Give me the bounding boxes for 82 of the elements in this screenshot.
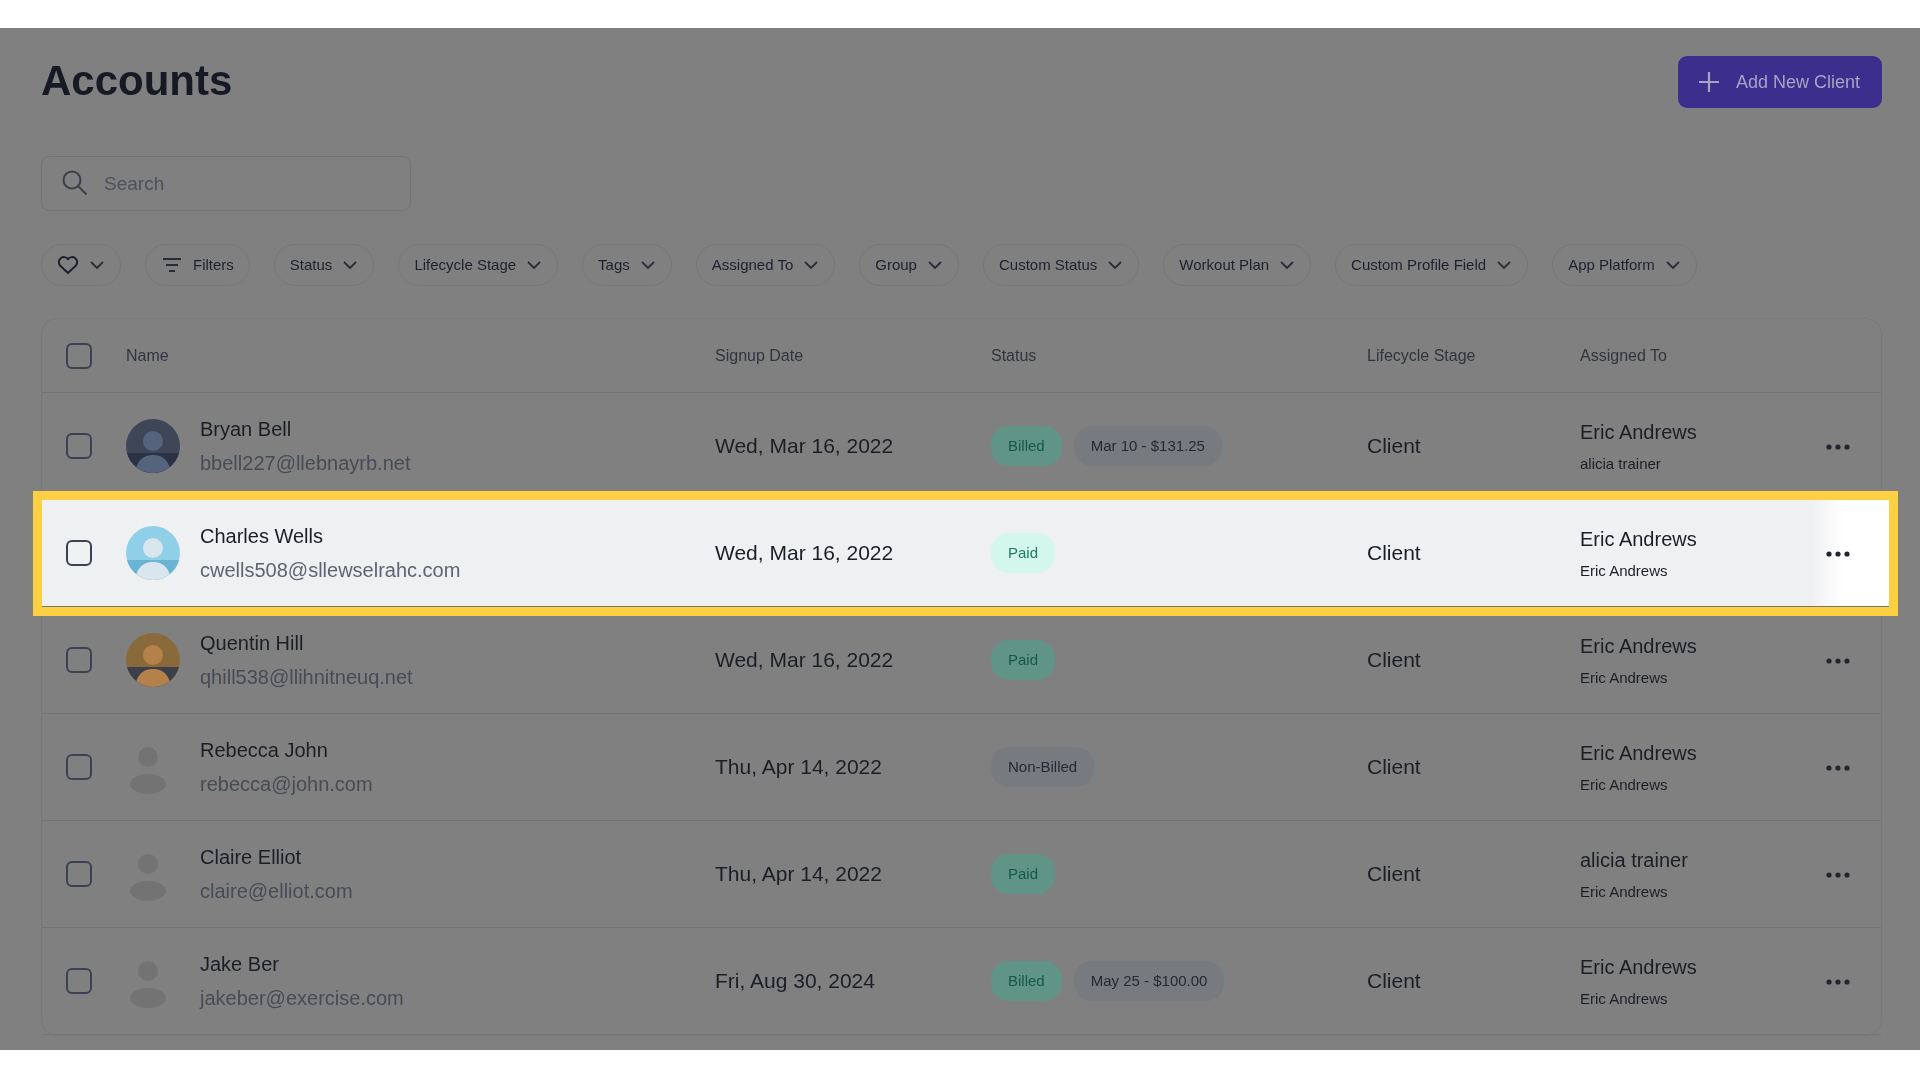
table-row[interactable]: Jake Ber jakeber@exercise.com Fri, Aug 30, 2024 Billed May 25 - $100.00 Client Eric Andrews Eric Andrews [42, 928, 1881, 1035]
client-email: cwells508@sllewselrahc.com [200, 558, 462, 583]
lifecycle-stage: Client [1367, 968, 1422, 995]
checkbox[interactable] [66, 433, 92, 459]
lifecycle-stage: Client [1367, 861, 1422, 888]
more-icon [1826, 550, 1850, 557]
more-icon [1826, 764, 1850, 771]
signup-date: Thu, Apr 14, 2022 [715, 861, 883, 888]
client-name: Rebecca John [200, 738, 329, 763]
caret-icon [639, 258, 656, 272]
caret-icon [1107, 258, 1124, 272]
assigned-coach: Eric Andrews [1580, 526, 1698, 552]
status-badge: Paid [991, 640, 1056, 680]
assigned-secondary: Eric Andrews [1580, 881, 1669, 902]
checkbox[interactable] [66, 342, 92, 369]
more-icon [1826, 443, 1850, 450]
signup-date: Wed, Mar 16, 2022 [715, 540, 895, 567]
signup-date: Wed, Mar 16, 2022 [715, 647, 895, 674]
checkbox[interactable] [66, 754, 92, 780]
signup-date: Thu, Apr 14, 2022 [715, 754, 883, 781]
assigned-coach: Eric Andrews [1580, 633, 1698, 659]
assigned-coach: Eric Andrews [1580, 954, 1698, 980]
lifecycle-stage: Client [1367, 647, 1422, 674]
table-row[interactable]: Rebecca John rebecca@john.com Thu, Apr 14, 2022 Non-Billed Client Eric Andrews Eric Andrews [42, 714, 1881, 821]
caret-icon [1664, 258, 1681, 272]
client-email: rebecca@john.com [200, 772, 374, 797]
more-icon [1826, 657, 1850, 664]
status-badge: Paid [991, 533, 1056, 573]
lifecycle-stage: Client [1367, 433, 1422, 460]
assigned-secondary: Eric Andrews [1580, 988, 1669, 1009]
column-header: Assigned To [1580, 345, 1668, 366]
assigned-secondary: Eric Andrews [1580, 774, 1669, 795]
lifecycle-stage: Client [1367, 540, 1422, 567]
assigned-secondary: alicia trainer [1580, 453, 1662, 474]
billing-badge: May 25 - $100.00 [1073, 961, 1225, 1001]
checkbox[interactable] [66, 647, 92, 673]
more-icon [1826, 978, 1850, 985]
assigned-secondary: Eric Andrews [1580, 560, 1669, 581]
client-email: qhill538@llihnitneuq.net [200, 665, 414, 690]
heart-icon [57, 255, 79, 275]
client-name: Jake Ber [200, 952, 280, 977]
status-badge: Billed [991, 426, 1062, 466]
plus-icon [1697, 71, 1720, 93]
status-badge: Paid [991, 854, 1056, 894]
caret-icon [926, 258, 943, 272]
caret-icon [342, 258, 359, 272]
billing-badge: Mar 10 - $131.25 [1073, 426, 1222, 466]
column-header: Signup Date [715, 345, 805, 366]
status-badge: Non-Billed [991, 747, 1095, 787]
caret-icon [526, 258, 543, 272]
client-email: claire@elliot.com [200, 879, 354, 904]
table-row[interactable]: Claire Elliot claire@elliot.com Thu, Apr 14, 2022 Paid Client alicia trainer Eric Andrews [42, 821, 1881, 928]
caret-icon [1496, 258, 1513, 272]
client-email: jakeber@exercise.com [200, 986, 405, 1011]
assigned-coach: alicia trainer [1580, 847, 1689, 873]
column-header: Status [991, 345, 1038, 366]
table-row[interactable]: Quentin Hill qhill538@llihnitneuq.net Wed, Mar 16, 2022 Paid Client Eric Andrews Eric Andrews [42, 607, 1881, 714]
signup-date: Fri, Aug 30, 2024 [715, 968, 876, 995]
assigned-coach: Eric Andrews [1580, 419, 1698, 445]
caret-icon [803, 258, 820, 272]
checkbox[interactable] [66, 968, 92, 994]
client-email: bbell227@llebnayrb.net [200, 451, 412, 476]
client-name: Charles Wells [200, 524, 324, 549]
assigned-secondary: Eric Andrews [1580, 667, 1669, 688]
assigned-coach: Eric Andrews [1580, 740, 1698, 766]
caret-icon [89, 258, 105, 272]
column-header: Lifecycle Stage [1367, 345, 1477, 366]
page-title: Accounts [41, 56, 233, 106]
signup-date: Wed, Mar 16, 2022 [715, 433, 895, 460]
client-name: Bryan Bell [200, 417, 293, 442]
client-name: Claire Elliot [200, 845, 303, 870]
column-header: Name [126, 345, 170, 366]
checkbox[interactable] [66, 540, 92, 566]
client-name: Quentin Hill [200, 631, 305, 656]
more-icon [1826, 871, 1850, 878]
caret-icon [1279, 258, 1296, 272]
lifecycle-stage: Client [1367, 754, 1422, 781]
add-client-button[interactable]: Add New Client [1677, 56, 1882, 108]
filter-icon [161, 256, 183, 274]
search-icon [61, 169, 89, 197]
checkbox[interactable] [66, 861, 92, 887]
status-badge: Billed [991, 961, 1062, 1001]
